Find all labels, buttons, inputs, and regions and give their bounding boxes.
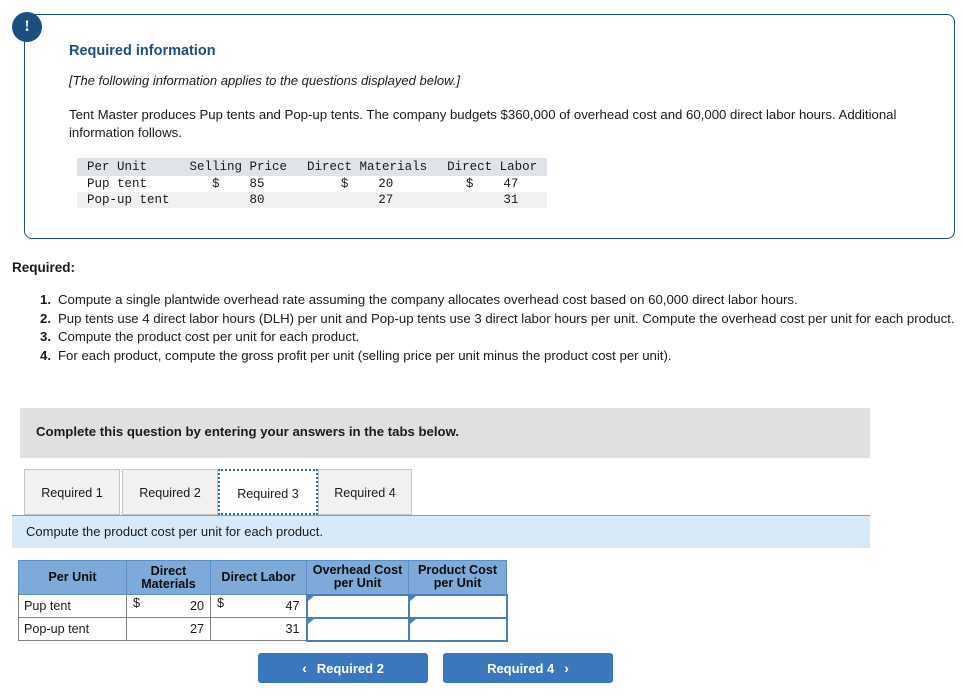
answer-header-pc-line2: per Unit [433,576,482,591]
cell-value: 85 [249,177,265,191]
chevron-right-icon: › [564,660,569,676]
previous-required-button[interactable]: ‹ Required 2 [258,653,428,683]
cell-value: 20 [378,177,394,191]
info-paragraph: Tent Master produces Pup tents and Pop-u… [69,107,897,140]
answer-cell-dl-pup-tent: $ 47 [210,594,307,618]
input-product-cost-pup-tent[interactable] [407,593,508,619]
answer-entry-table: Per Unit Direct Materials Direct Labor O… [18,560,508,642]
answer-row-label-pup-tent: Pup tent [18,594,127,618]
complete-question-bar: Complete this question by entering your … [20,408,870,458]
list-item-number: 2. [40,310,51,326]
previous-required-label: Required 2 [316,660,384,676]
list-item-number: 3. [40,329,51,344]
list-item: 1. Compute a single plantwide overhead ra… [40,291,963,309]
input-product-cost-popup-tent[interactable] [407,616,508,642]
cell-direct-materials: $20 [297,176,437,192]
exclamation-icon: ! [12,12,42,42]
answer-header-dm-line1: Direct [150,563,187,578]
required-list: 1. Compute a single plantwide overhead ra… [12,291,963,365]
header-selling-price: Selling Price [179,158,298,176]
cell-marker-icon [307,618,314,624]
list-item: 2. Pup tents use 4 direct labor hours (DL… [40,310,963,328]
cell-marker-icon [307,595,314,601]
cell-value: 31 [285,622,300,636]
chevron-left-icon: ‹ [302,660,307,676]
input-overhead-cost-pup-tent[interactable] [305,593,410,619]
currency-symbol: $ [212,177,220,191]
required-heading: Required: [12,260,76,275]
next-required-label: Required 4 [487,660,555,676]
cell-direct-labor: 31 [437,192,548,208]
cell-value: 47 [285,599,300,613]
answer-row-label-popup-tent: Pop-up tent [18,617,127,641]
answer-header-direct-labor: Direct Labor [210,560,307,595]
row-label: Pop-up tent [77,192,180,208]
required-information-panel: Required information [The following info… [12,12,955,239]
currency-symbol: $ [465,177,474,191]
header-direct-materials: Direct Materials [297,158,438,176]
list-item-number: 4. [40,347,51,363]
answer-header-pc-line1: Product Cost [417,563,498,578]
answer-cell-dl-popup-tent: 31 [210,617,307,641]
list-item-text: Compute a single plantwide overhead rate… [58,292,798,307]
page-title: Required information [69,43,216,59]
info-italic-note: [The following information applies to th… [69,73,460,88]
answer-header-overhead-cost: Overhead Cost per Unit [306,560,409,595]
question-prompt-strip: Compute the product cost per unit for ea… [12,516,870,548]
answer-cell-dm-popup-tent: 27 [126,617,211,641]
tab-required-4[interactable]: Required 4 [318,469,412,515]
info-panel-content: Required information [The following info… [25,15,954,208]
info-panel-box: Required information [The following info… [24,14,955,239]
list-item-text: Pup tents use 4 direct labor hours (DLH)… [58,310,955,326]
row-label: Pup tent [87,177,148,191]
cell-selling-price: $85 [180,176,298,192]
cell-direct-materials: 27 [297,192,438,208]
answer-header-dm-line2: Materials [141,576,196,591]
answer-header-oh-line2: per Unit [333,576,382,591]
tab-required-3[interactable]: Required 3 [218,469,318,515]
cell-direct-labor: $47 [437,176,547,192]
cell-value: 27 [378,193,394,207]
table-row: Pop-up tent 27 31 [18,616,508,642]
next-required-button[interactable]: Required 4 › [443,653,613,683]
currency-symbol: $ [133,596,141,610]
header-direct-labor: Direct Labor [437,158,548,176]
input-overhead-cost-popup-tent[interactable] [305,616,410,642]
answer-header-oh-line1: Overhead Cost [312,563,403,578]
header-per-unit: Per Unit [77,158,180,176]
question-prompt-text: Compute the product cost per unit for ea… [26,524,324,539]
list-item-text: Compute the product cost per unit for ea… [58,329,360,344]
tab-bar: Required 1 Required 2 Required 3 Require… [12,469,870,516]
table-header-row: Per Unit Selling Price Direct Materials … [77,158,548,176]
list-item: 4. For each product, compute the gross pr… [40,347,963,365]
answer-table-header-row: Per Unit Direct Materials Direct Labor O… [18,560,507,595]
answer-cell-dm-pup-tent: $ 20 [126,594,211,618]
cell-value: 80 [249,193,265,207]
cell-selling-price: 80 [179,192,298,208]
cell-value: 27 [189,622,204,636]
table-row: Pup tent $85 $20 $47 [77,176,547,192]
currency-symbol: $ [217,596,225,610]
tab-required-1[interactable]: Required 1 [24,469,120,515]
given-data-table: Per Unit Selling Price Direct Materials … [77,158,548,208]
cell-value: 47 [503,177,519,191]
tab-required-2[interactable]: Required 2 [122,469,218,515]
cell-value: 20 [189,599,204,613]
answer-header-direct-materials: Direct Materials [126,560,211,595]
answer-header-per-unit: Per Unit [18,560,127,595]
currency-symbol: $ [340,177,349,191]
table-row: Pop-up tent 80 27 31 [77,192,548,208]
cell-marker-icon [409,595,416,601]
cell-value: 31 [503,193,519,207]
complete-question-text: Complete this question by entering your … [36,424,460,439]
cell-marker-icon [409,618,416,624]
answer-header-product-cost: Product Cost per Unit [408,560,507,595]
list-item-number: 1. [40,292,51,307]
list-item-text: For each product, compute the gross prof… [58,347,672,363]
table-row: Pup tent $ 20 $ 47 [18,593,508,619]
list-item: 3. Compute the product cost per unit for … [40,328,963,346]
